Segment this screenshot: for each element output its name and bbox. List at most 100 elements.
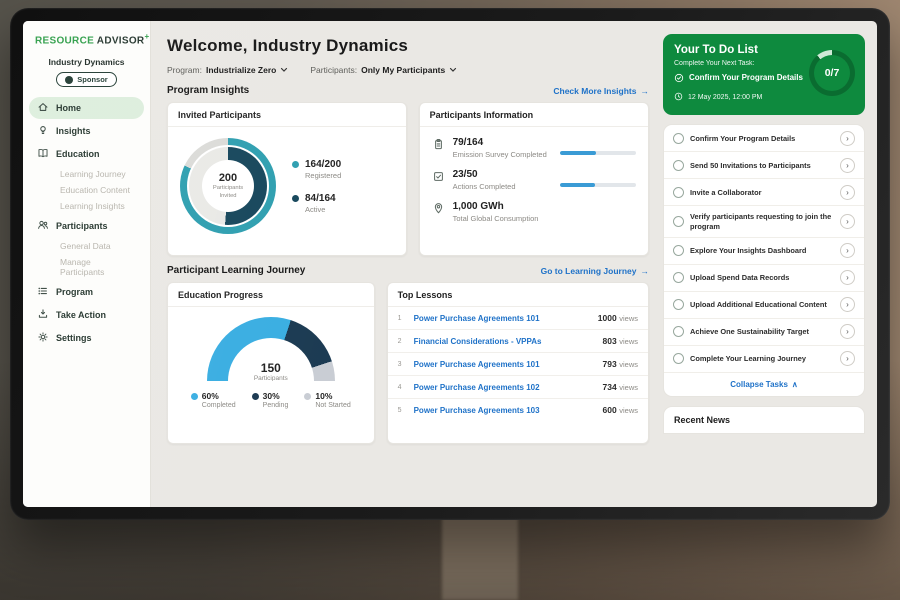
sidebar: RESOURCE ADVISOR+ Industry Dynamics Spon…	[23, 21, 151, 507]
chevron-right-icon[interactable]: ›	[840, 214, 855, 229]
legend-label: Active	[305, 205, 336, 214]
list-icon	[37, 285, 49, 299]
todo-next-task-label: Confirm Your Program Details	[689, 73, 803, 83]
lesson-link[interactable]: Power Purchase Agreements 103	[414, 406, 595, 415]
participants-filter[interactable]: Participants: Only My Participants	[310, 65, 457, 75]
chevron-right-icon[interactable]: ›	[840, 158, 855, 173]
gauge-legend: 60% Completed 30% Pending 10% Not Starte…	[168, 391, 374, 409]
info-value: 1,000 GWh	[453, 201, 539, 212]
sidebar-item-label: Participants	[56, 221, 108, 231]
todo-panel: Your To Do List Complete Your Next Task:…	[661, 21, 877, 507]
caret-up-icon: ∧	[792, 380, 798, 389]
sidebar-item-label: Education	[56, 149, 100, 159]
sidebar-item-general-data[interactable]: General Data	[29, 238, 144, 254]
todo-progress-value: 0/7	[825, 67, 840, 79]
legend-value: 10%	[315, 391, 332, 401]
task-row[interactable]: Complete Your Learning Journey ›	[664, 346, 864, 373]
sponsor-badge[interactable]: Sponsor	[56, 72, 116, 87]
sidebar-item-learning-insights[interactable]: Learning Insights	[29, 198, 144, 214]
lesson-link[interactable]: Power Purchase Agreements 101	[414, 314, 590, 323]
chevron-right-icon[interactable]: ›	[840, 324, 855, 339]
collapse-tasks-label: Collapse Tasks	[730, 380, 788, 389]
app-window: RESOURCE ADVISOR+ Industry Dynamics Spon…	[23, 21, 877, 507]
sidebar-item-education[interactable]: Education	[29, 143, 144, 165]
go-to-learning-journey-link[interactable]: Go to Learning Journey →	[541, 266, 649, 276]
task-row[interactable]: Invite a Collaborator ›	[664, 179, 864, 206]
lesson-rank: 2	[398, 338, 406, 345]
clock-icon	[674, 92, 683, 103]
org-name: Industry Dynamics	[23, 57, 150, 67]
sidebar-item-manage-participants[interactable]: Manage Participants	[29, 254, 144, 280]
chevron-right-icon[interactable]: ›	[840, 351, 855, 366]
chevron-right-icon[interactable]: ›	[840, 185, 855, 200]
section-title: Participant Learning Journey	[167, 265, 305, 276]
legend-label: Not Started	[315, 402, 350, 409]
program-filter-label: Program:	[167, 65, 202, 75]
task-row[interactable]: Verify participants requesting to join t…	[664, 206, 864, 237]
task-checkbox[interactable]	[673, 272, 684, 283]
task-checkbox[interactable]	[673, 160, 684, 171]
collapse-tasks-link[interactable]: Collapse Tasks ∧	[664, 373, 864, 396]
sidebar-item-label: Settings	[56, 333, 92, 343]
task-checkbox[interactable]	[673, 353, 684, 364]
legend-dot	[252, 393, 259, 400]
program-filter-value: Industrialize Zero	[206, 65, 276, 75]
card-title: Education Progress	[168, 283, 374, 307]
sidebar-item-home[interactable]: Home	[29, 97, 144, 119]
progress-bar	[560, 183, 636, 187]
progress-fill	[560, 183, 595, 187]
gear-icon	[37, 331, 49, 345]
education-progress-gauge: 150 Participants	[207, 317, 335, 381]
lightbulb-icon	[37, 124, 49, 138]
sidebar-item-participants[interactable]: Participants	[29, 215, 144, 237]
sidebar-item-program[interactable]: Program	[29, 281, 144, 303]
lesson-link[interactable]: Power Purchase Agreements 102	[414, 383, 595, 392]
participants-filter-value: Only My Participants	[361, 65, 445, 75]
logo-plus: +	[144, 32, 149, 41]
task-row[interactable]: Upload Spend Data Records ›	[664, 265, 864, 292]
task-checkbox[interactable]	[673, 187, 684, 198]
info-row-survey: 79/164 Emission Survey Completed	[432, 137, 636, 159]
task-row[interactable]: Explore Your Insights Dashboard ›	[664, 238, 864, 265]
lesson-link[interactable]: Financial Considerations - VPPAs	[414, 337, 595, 346]
sidebar-item-insights[interactable]: Insights	[29, 120, 144, 142]
donut-center-value: 200	[219, 172, 237, 184]
lesson-link[interactable]: Power Purchase Agreements 101	[414, 360, 595, 369]
invited-participants-card: Invited Participants 200 Participants In…	[167, 102, 407, 256]
recent-news-title: Recent News	[674, 415, 730, 425]
chevron-right-icon[interactable]: ›	[840, 243, 855, 258]
task-label: Explore Your Insights Dashboard	[690, 246, 834, 256]
lesson-row: 1 Power Purchase Agreements 101 1000 vie…	[388, 307, 648, 330]
program-filter[interactable]: Program: Industrialize Zero	[167, 65, 288, 75]
sidebar-item-education-content[interactable]: Education Content	[29, 182, 144, 198]
sidebar-item-learning-journey[interactable]: Learning Journey	[29, 166, 144, 182]
task-checkbox[interactable]	[673, 216, 684, 227]
sidebar-item-label: General Data	[60, 241, 111, 251]
clipboard-icon	[432, 138, 445, 153]
check-more-insights-link[interactable]: Check More Insights →	[553, 86, 649, 96]
main-content: Welcome, Industry Dynamics Program: Indu…	[151, 21, 661, 507]
chevron-right-icon[interactable]: ›	[840, 131, 855, 146]
legend-label: Pending	[263, 402, 289, 409]
task-checkbox[interactable]	[673, 245, 684, 256]
lesson-row: 2 Financial Considerations - VPPAs 803 v…	[388, 330, 648, 353]
todo-header-card: Your To Do List Complete Your Next Task:…	[663, 34, 865, 115]
lesson-row: 4 Power Purchase Agreements 102 734 view…	[388, 376, 648, 399]
chevron-right-icon[interactable]: ›	[840, 297, 855, 312]
task-row[interactable]: Send 50 Invitations to Participants ›	[664, 152, 864, 179]
task-row[interactable]: Upload Additional Educational Content ›	[664, 292, 864, 319]
task-row[interactable]: Confirm Your Program Details ›	[664, 125, 864, 152]
chevron-right-icon[interactable]: ›	[840, 270, 855, 285]
task-checkbox[interactable]	[673, 133, 684, 144]
card-title: Top Lessons	[388, 283, 648, 307]
legend-not-started: 10% Not Started	[304, 391, 350, 409]
sidebar-item-settings[interactable]: Settings	[29, 327, 144, 349]
legend-completed: 60% Completed	[191, 391, 236, 409]
task-checkbox[interactable]	[673, 299, 684, 310]
task-row[interactable]: Achieve One Sustainability Target ›	[664, 319, 864, 346]
background: RESOURCE ADVISOR+ Industry Dynamics Spon…	[0, 0, 900, 600]
lesson-row: 5 Power Purchase Agreements 103 600 view…	[388, 399, 648, 421]
sidebar-item-label: Manage Participants	[60, 257, 104, 277]
task-checkbox[interactable]	[673, 326, 684, 337]
sidebar-item-take-action[interactable]: Take Action	[29, 304, 144, 326]
